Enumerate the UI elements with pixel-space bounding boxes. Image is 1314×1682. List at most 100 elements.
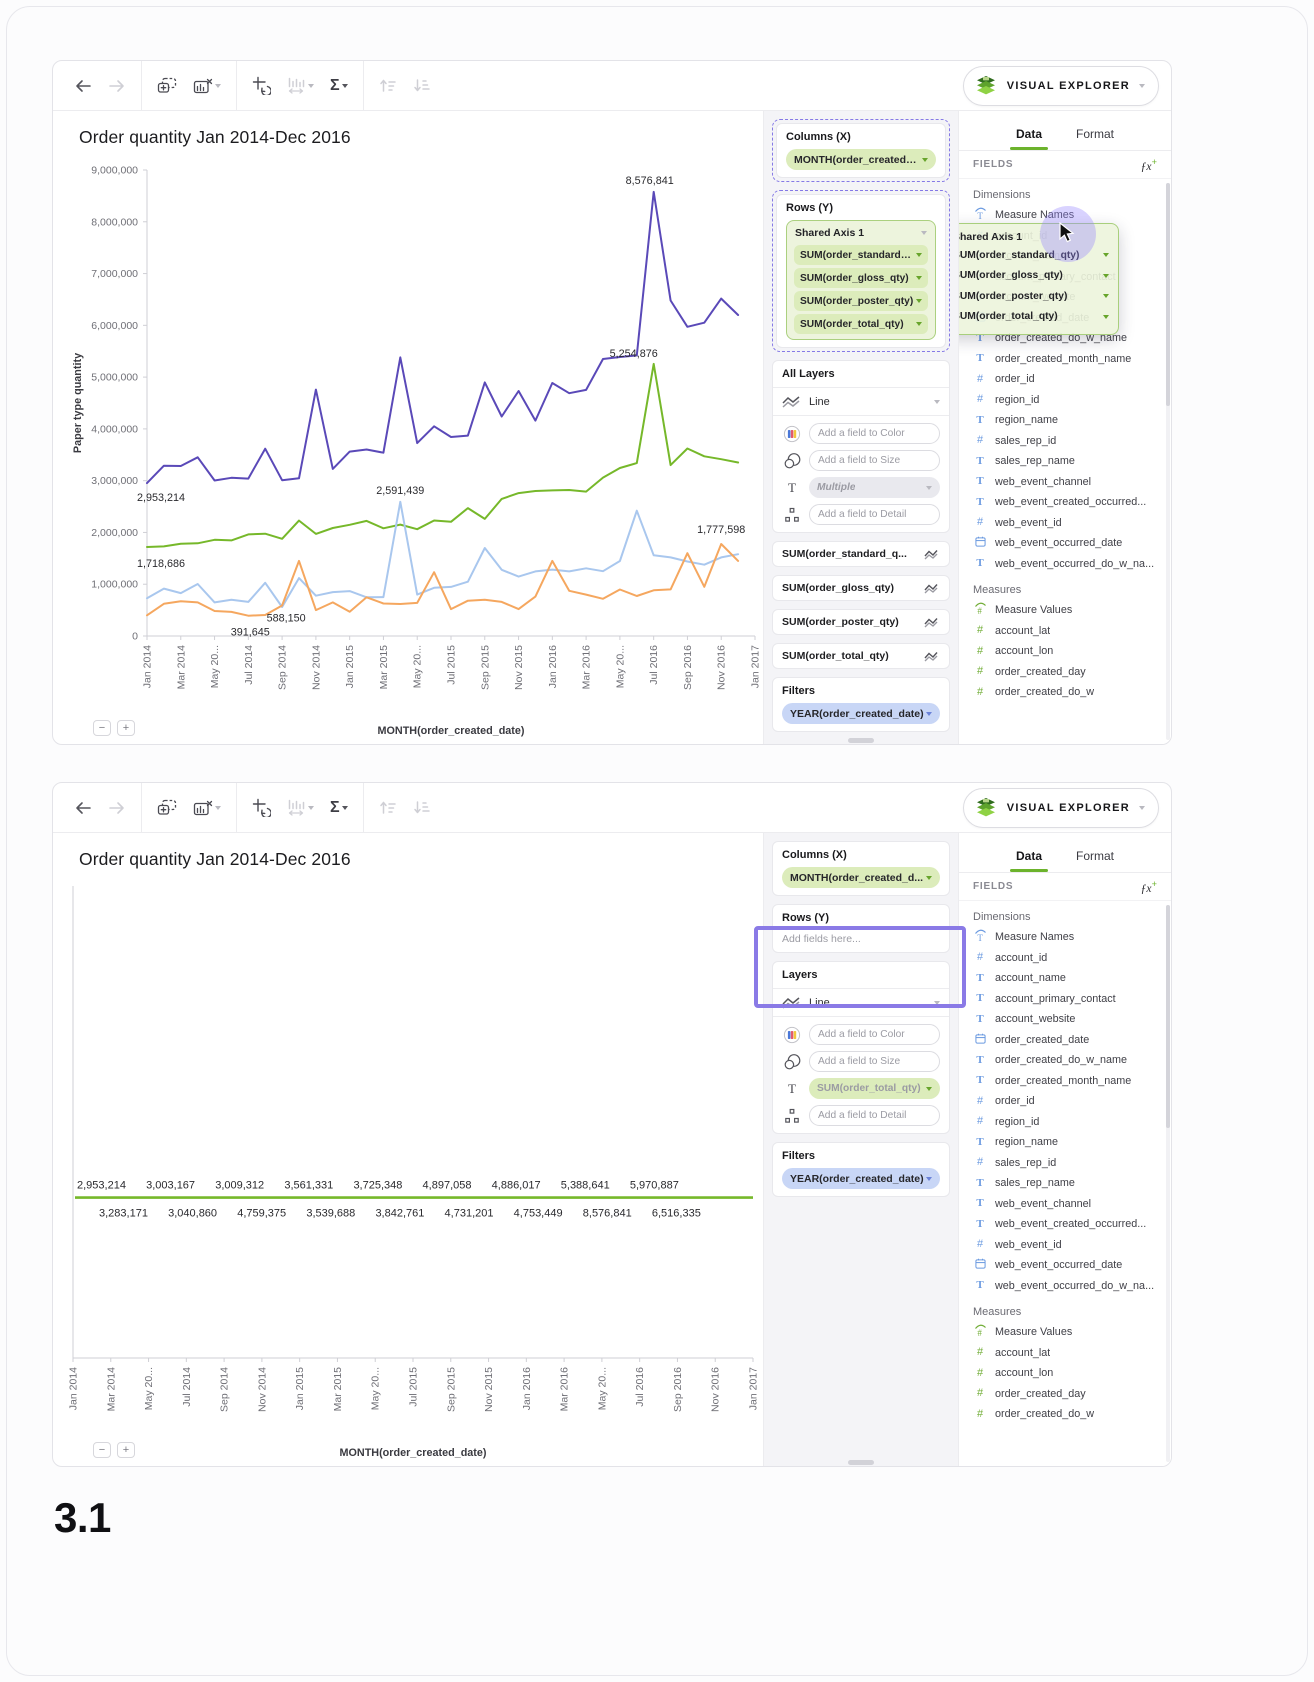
remove-chart-button[interactable] — [188, 74, 226, 98]
field-item[interactable]: Taccount_website — [973, 1009, 1165, 1030]
aggregate-button[interactable]: Σ — [325, 74, 353, 98]
tab-format[interactable]: Format — [1076, 849, 1114, 872]
tab-format[interactable]: Format — [1076, 127, 1114, 150]
sort-descending-button[interactable] — [408, 796, 436, 819]
back-button[interactable] — [69, 797, 97, 819]
field-item[interactable]: #sales_rep_id — [973, 1153, 1165, 1174]
aggregate-button[interactable]: Σ — [325, 796, 353, 820]
size-field-slot[interactable]: Add a field to Size — [809, 450, 940, 471]
text-field-slot[interactable]: SUM(order_total_qty) — [809, 1078, 940, 1099]
visual-explorer-button[interactable]: VISUAL EXPLORER — [963, 788, 1159, 828]
row-field-pill[interactable]: SUM(order_total_qty) — [794, 314, 928, 334]
detail-field-slot[interactable]: Add a field to Detail — [809, 504, 940, 525]
field-item[interactable]: TMeasure Names — [973, 927, 1165, 948]
field-item[interactable]: #order_id — [973, 369, 1165, 390]
field-item[interactable]: Torder_created_month_name — [973, 1071, 1165, 1092]
zoom-in-button[interactable]: + — [117, 1442, 135, 1458]
field-item[interactable]: #account_lon — [973, 641, 1165, 662]
size-field-slot[interactable]: Add a field to Size — [809, 1051, 940, 1072]
row-field-pill[interactable]: SUM(order_poster_qty) — [794, 291, 928, 311]
color-field-slot[interactable]: Add a field to Color — [809, 423, 940, 444]
formula-add-icon[interactable]: ƒx+ — [1141, 157, 1157, 173]
shared-axis-group[interactable]: Shared Axis 1 SUM(order_standard_qty)SUM… — [786, 220, 936, 340]
field-item[interactable]: Taccount_name — [973, 968, 1165, 989]
field-item[interactable]: #order_id — [973, 1091, 1165, 1112]
mark-type-dropdown[interactable]: Line — [782, 996, 940, 1009]
field-item[interactable]: Tsales_rep_name — [973, 451, 1165, 472]
fields-scrollbar[interactable] — [1166, 905, 1170, 1462]
filter-pill[interactable]: YEAR(order_created_date) — [782, 1168, 940, 1189]
sort-descending-button[interactable] — [408, 74, 436, 97]
field-item[interactable]: #order_created_do_w — [973, 682, 1165, 703]
field-item[interactable]: #Measure Values — [973, 600, 1165, 621]
horizontal-scrollbar[interactable] — [848, 738, 874, 743]
zoom-in-button[interactable]: + — [117, 720, 135, 736]
chart-type-button[interactable] — [282, 73, 319, 98]
chart-type-button[interactable] — [282, 795, 319, 820]
field-item[interactable]: #sales_rep_id — [973, 431, 1165, 452]
field-item[interactable]: #region_id — [973, 1112, 1165, 1133]
zoom-out-button[interactable]: − — [93, 720, 111, 736]
detail-field-slot[interactable]: Add a field to Detail — [809, 1105, 940, 1126]
field-item[interactable]: Tweb_event_channel — [973, 1194, 1165, 1215]
filter-pill[interactable]: YEAR(order_created_date) — [782, 703, 940, 724]
layer-item[interactable]: SUM(order_poster_qty) — [772, 609, 950, 635]
color-field-slot[interactable]: Add a field to Color — [809, 1024, 940, 1045]
layer-item[interactable]: SUM(order_total_qty) — [772, 643, 950, 669]
field-item[interactable]: Tsales_rep_name — [973, 1173, 1165, 1194]
sort-ascending-button[interactable] — [374, 74, 402, 97]
field-item[interactable]: Tregion_name — [973, 410, 1165, 431]
back-button[interactable] — [69, 75, 97, 97]
field-item[interactable]: web_event_occurred_date — [973, 1255, 1165, 1276]
rows-placeholder[interactable]: Add fields here... — [782, 933, 940, 945]
duplicate-chart-button[interactable] — [152, 73, 182, 98]
field-item[interactable]: Tweb_event_occurred_do_w_na... — [973, 554, 1165, 575]
field-item[interactable]: #account_lat — [973, 1343, 1165, 1364]
flat-line-chart[interactable]: Jan 2014Mar 2014May 20...Jul 2014Sep 201… — [67, 874, 773, 1467]
swap-axes-button[interactable] — [247, 72, 276, 99]
field-item[interactable]: order_created_date — [973, 1030, 1165, 1051]
formula-add-icon[interactable]: ƒx+ — [1141, 879, 1157, 895]
field-item[interactable]: #account_id — [973, 948, 1165, 969]
tab-data[interactable]: Data — [1016, 127, 1042, 150]
mark-type-dropdown[interactable]: Line — [782, 395, 940, 408]
forward-button[interactable] — [103, 75, 131, 97]
row-field-pill[interactable]: SUM(order_gloss_qty) — [794, 268, 928, 288]
field-item[interactable]: #order_created_day — [973, 662, 1165, 683]
field-item[interactable]: #account_lat — [973, 621, 1165, 642]
layer-item[interactable]: SUM(order_standard_q... — [772, 541, 950, 567]
tab-data[interactable]: Data — [1016, 849, 1042, 872]
text-field-slot[interactable]: Multiple — [809, 477, 940, 498]
horizontal-scrollbar[interactable] — [848, 1460, 874, 1465]
field-item[interactable]: Torder_created_do_w_name — [973, 1050, 1165, 1071]
field-item[interactable]: #region_id — [973, 390, 1165, 411]
field-item[interactable]: Tweb_event_occurred_do_w_na... — [973, 1276, 1165, 1297]
duplicate-chart-button[interactable] — [152, 795, 182, 820]
line-chart[interactable]: 01,000,0002,000,0003,000,0004,000,0005,0… — [67, 152, 773, 745]
field-item[interactable]: Torder_created_month_name — [973, 349, 1165, 370]
zoom-out-button[interactable]: − — [93, 1442, 111, 1458]
field-item[interactable]: #order_created_day — [973, 1384, 1165, 1405]
field-item[interactable]: Taccount_primary_contact — [973, 989, 1165, 1010]
field-item[interactable]: Tweb_event_created_occurred... — [973, 1214, 1165, 1235]
field-item[interactable]: #Measure Values — [973, 1322, 1165, 1343]
visual-explorer-button[interactable]: VISUAL EXPLORER — [963, 66, 1159, 106]
row-field-pill[interactable]: SUM(order_standard_qty) — [794, 245, 928, 265]
field-item[interactable]: Tweb_event_channel — [973, 472, 1165, 493]
layer-item[interactable]: SUM(order_gloss_qty) — [772, 575, 950, 601]
columns-field-pill[interactable]: MONTH(order_created_d... — [786, 149, 936, 170]
fields-scrollbar[interactable] — [1166, 183, 1170, 740]
swap-axes-button[interactable] — [247, 794, 276, 821]
field-item[interactable]: #order_created_do_w — [973, 1404, 1165, 1425]
field-item[interactable]: #web_event_id — [973, 513, 1165, 534]
field-item[interactable]: Tregion_name — [973, 1132, 1165, 1153]
field-item[interactable]: #account_lon — [973, 1363, 1165, 1384]
svg-text:Mar 2014: Mar 2014 — [175, 645, 187, 690]
field-item[interactable]: web_event_occurred_date — [973, 533, 1165, 554]
forward-button[interactable] — [103, 797, 131, 819]
remove-chart-button[interactable] — [188, 796, 226, 820]
field-item[interactable]: Tweb_event_created_occurred... — [973, 492, 1165, 513]
field-item[interactable]: #web_event_id — [973, 1235, 1165, 1256]
columns-field-pill[interactable]: MONTH(order_created_d... — [782, 867, 940, 888]
sort-ascending-button[interactable] — [374, 796, 402, 819]
